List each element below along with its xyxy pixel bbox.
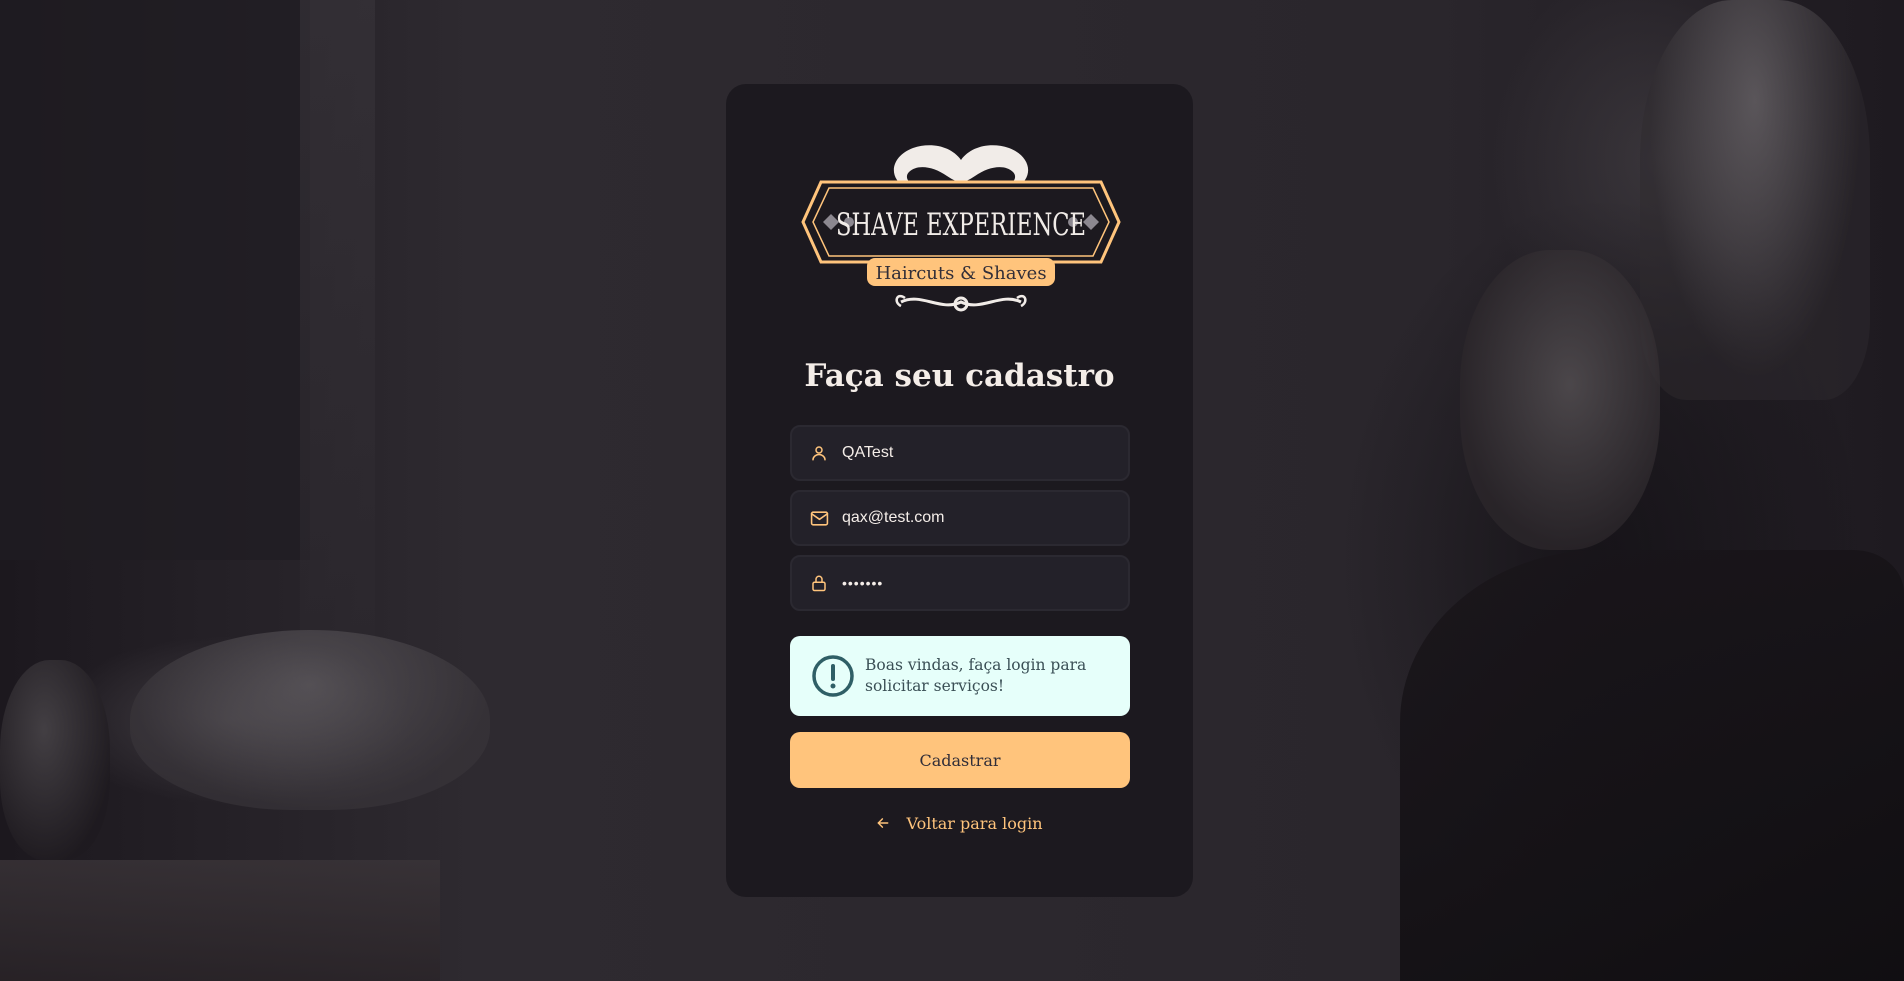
- mustache-icon: [893, 145, 1029, 187]
- email-input-value: qax@test.com: [842, 509, 945, 526]
- name-input-value: QATest: [842, 444, 894, 461]
- background-cape: [1400, 550, 1904, 981]
- background-pillar: [300, 0, 375, 640]
- brand-tagline: Haircuts & Shaves: [875, 263, 1046, 284]
- email-input[interactable]: qax@test.com: [790, 490, 1130, 546]
- alert-message: Boas vindas, faça login para solicitar s…: [865, 656, 1087, 695]
- background-skull: [0, 660, 110, 860]
- brand-logo: SHAVE EXPERIENCE Haircuts & Shaves: [801, 145, 1121, 312]
- alert-circle-icon: [812, 655, 854, 697]
- page-title: Faça seu cadastro: [804, 358, 1115, 394]
- password-input[interactable]: •••••••: [790, 555, 1130, 611]
- background-mirror: [0, 0, 310, 560]
- background-table: [0, 860, 440, 981]
- background-barber: [1640, 0, 1870, 400]
- lock-icon: [808, 572, 830, 594]
- submit-button[interactable]: Cadastrar: [790, 732, 1130, 788]
- user-icon: [808, 442, 830, 464]
- back-to-login-label: Voltar para login: [906, 813, 1043, 833]
- mail-icon: [808, 507, 830, 529]
- background-sink: [130, 630, 490, 810]
- info-alert: Boas vindas, faça login para solicitar s…: [790, 636, 1130, 716]
- arrow-left-icon: [876, 816, 890, 830]
- password-input-value: •••••••: [842, 575, 884, 591]
- brand-name: SHAVE EXPERIENCE: [836, 207, 1086, 243]
- name-input[interactable]: QATest: [790, 425, 1130, 481]
- background-customer-head: [1460, 250, 1660, 550]
- back-to-login-link[interactable]: Voltar para login: [726, 812, 1193, 834]
